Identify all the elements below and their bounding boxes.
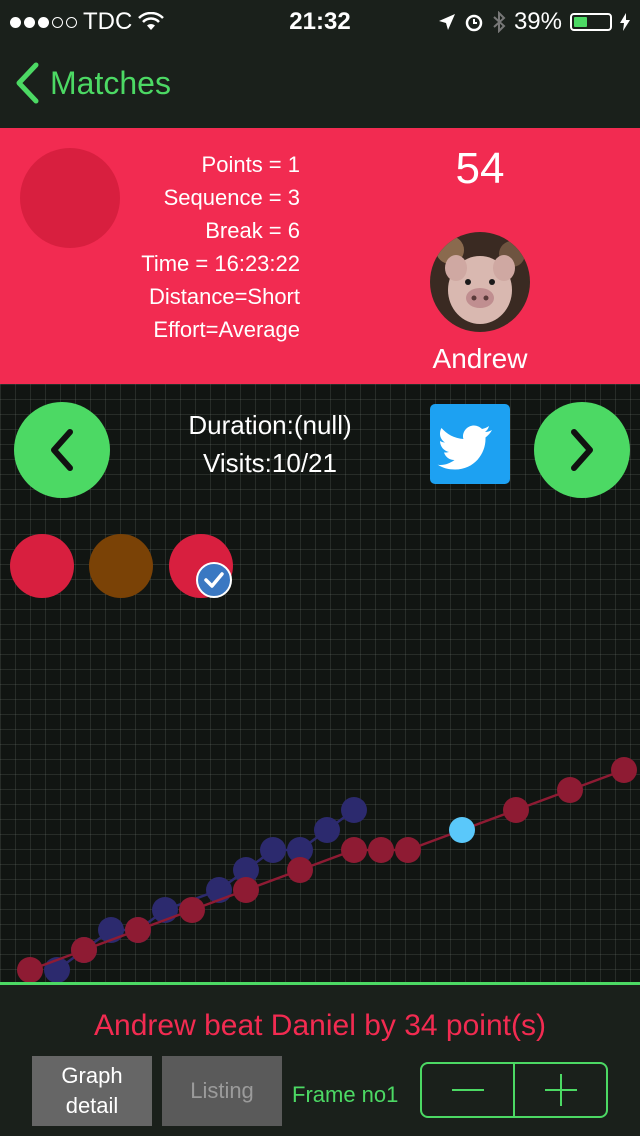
- battery-icon: [570, 13, 612, 31]
- battery-level: [574, 17, 588, 27]
- checkmark-icon: [196, 562, 232, 598]
- back-button-label: Matches: [50, 64, 171, 101]
- minus-icon: [451, 1089, 484, 1091]
- andrew-visit-point[interactable]: [395, 837, 421, 863]
- sequence-stat: Sequence = 3: [163, 185, 300, 210]
- andrew-visit-point[interactable]: [179, 897, 205, 923]
- distance-stat: Distance=Short: [148, 284, 300, 309]
- time-stat: Time = 16:23:22: [141, 251, 300, 276]
- frame-number-label: Frame no1: [292, 1082, 399, 1107]
- decrement-button[interactable]: [422, 1064, 515, 1116]
- daniel-visit-point[interactable]: [314, 817, 340, 843]
- andrew-visit-point[interactable]: [557, 777, 583, 803]
- player-score: 54: [455, 144, 505, 193]
- andrew-visit-point[interactable]: [287, 857, 313, 883]
- points-stat: Points = 1: [201, 152, 300, 177]
- status-right: 39%: [438, 8, 630, 36]
- daniel-visit-point[interactable]: [260, 837, 286, 863]
- shot-stats: Points = 1 Sequence = 3 Break = 6 Time =…: [0, 148, 300, 346]
- visits-label: Visits:10/21: [203, 448, 337, 478]
- next-button[interactable]: [534, 402, 630, 498]
- duration-label: Duration:(null): [188, 410, 352, 440]
- player-name: Andrew: [432, 343, 528, 374]
- shot-details-panel: Points = 1 Sequence = 3 Break = 6 Time =…: [0, 128, 640, 384]
- navigation-bar: Matches: [0, 40, 640, 128]
- twitter-bird-icon: [437, 425, 492, 470]
- andrew-visit-point[interactable]: [233, 877, 259, 903]
- match-graph: Duration:(null) Visits:10/21: [0, 384, 640, 984]
- red-ball-option[interactable]: [10, 534, 74, 598]
- effort-stat: Effort=Average: [153, 317, 300, 342]
- selected-visit-point[interactable]: [449, 817, 475, 843]
- battery-percent: 39%: [513, 8, 562, 35]
- andrew-visit-point[interactable]: [611, 757, 637, 783]
- bluetooth-icon: [493, 11, 506, 33]
- listing-button[interactable]: Listing: [162, 1056, 282, 1126]
- alarm-icon: [465, 14, 483, 32]
- andrew-visit-point[interactable]: [368, 837, 394, 863]
- footer: Andrew beat Daniel by 34 point(s) Graph …: [0, 985, 640, 1136]
- match-info: Duration:(null) Visits:10/21: [150, 406, 390, 482]
- player-avatar[interactable]: [430, 232, 530, 332]
- match-result: Andrew beat Daniel by 34 point(s): [94, 1009, 546, 1042]
- chevron-right-icon: [571, 429, 593, 471]
- andrew-visit-point[interactable]: [17, 957, 43, 983]
- andrew-visit-point[interactable]: [503, 797, 529, 823]
- frame-stepper: [420, 1062, 608, 1118]
- location-arrow-icon: [438, 14, 455, 30]
- increment-button[interactable]: [515, 1064, 606, 1116]
- andrew-visit-point[interactable]: [71, 937, 97, 963]
- daniel-series-line: [56, 808, 355, 972]
- graph-detail-button[interactable]: Graph detail: [32, 1056, 152, 1126]
- brown-ball-option[interactable]: [89, 534, 153, 598]
- break-stat: Break = 6: [205, 218, 300, 243]
- twitter-share-button[interactable]: [430, 404, 510, 484]
- chevron-left-icon: [51, 429, 73, 471]
- andrew-visit-point[interactable]: [125, 917, 151, 943]
- back-button[interactable]: Matches: [14, 62, 171, 104]
- previous-button[interactable]: [14, 402, 110, 498]
- andrew-visit-point[interactable]: [341, 837, 367, 863]
- chevron-left-icon: [16, 62, 39, 104]
- listing-label: Listing: [190, 1078, 254, 1103]
- graph-detail-label: Graph detail: [61, 1063, 123, 1118]
- charging-icon: [620, 13, 630, 31]
- status-bar: TDC 21:32 39%: [0, 0, 640, 40]
- daniel-visit-point[interactable]: [341, 797, 367, 823]
